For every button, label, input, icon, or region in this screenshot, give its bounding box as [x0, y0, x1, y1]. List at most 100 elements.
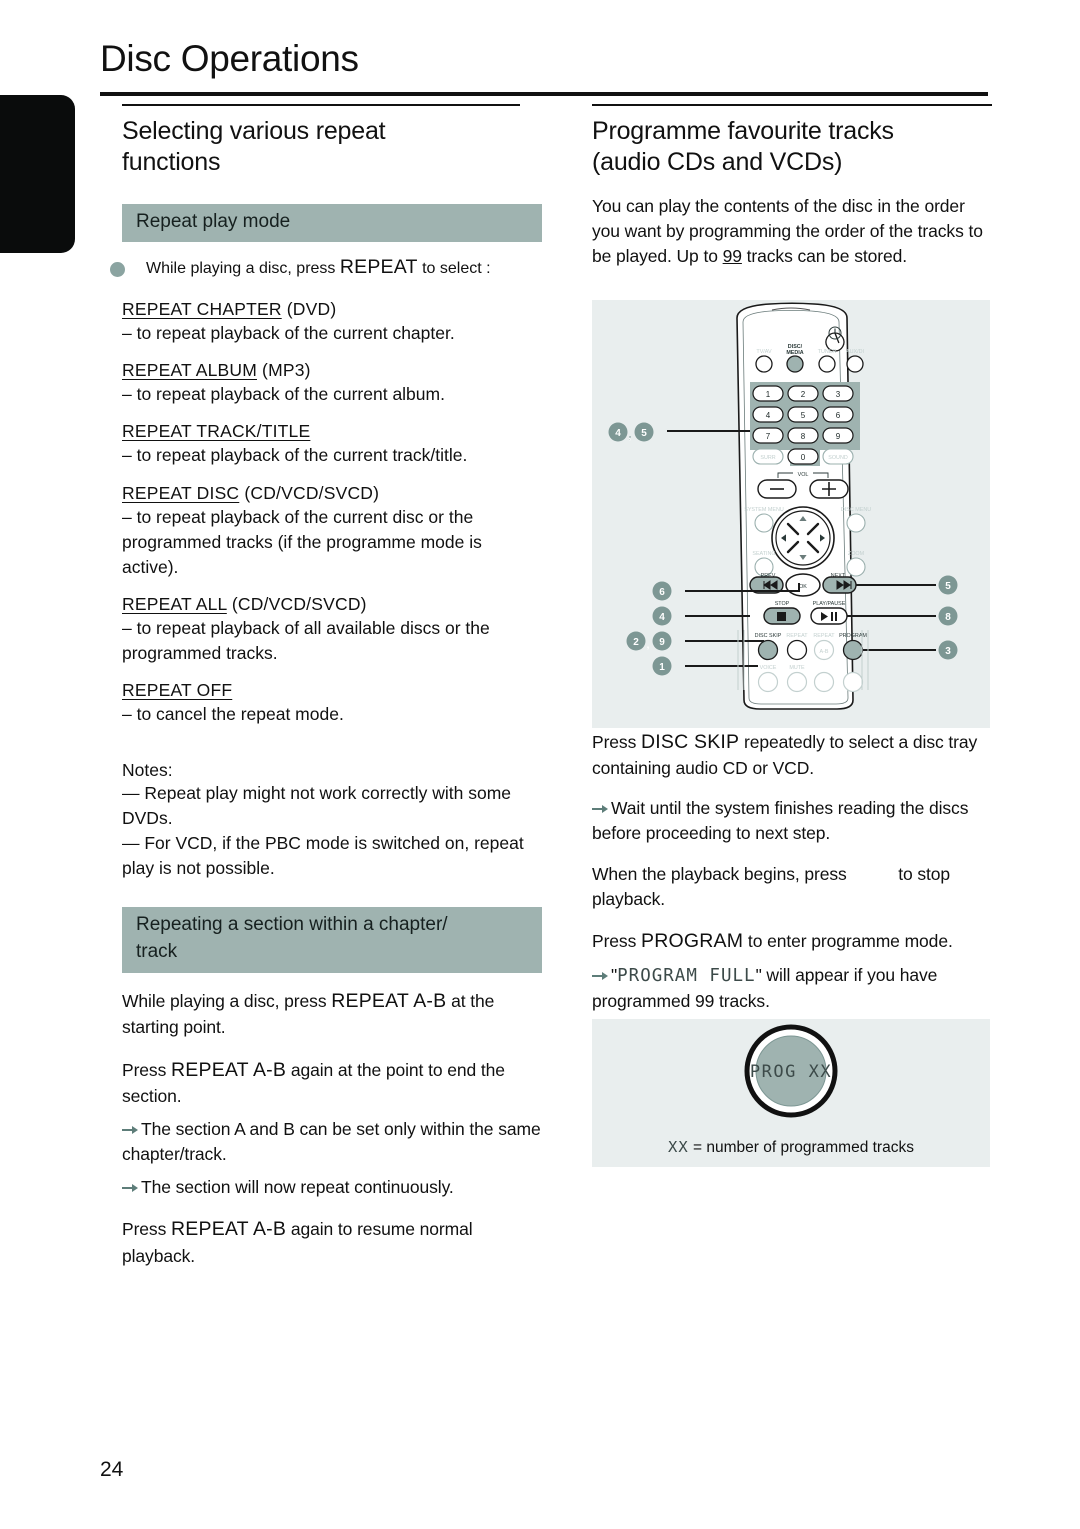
svg-text:,: , — [647, 640, 650, 651]
arrow-right-icon — [592, 796, 608, 821]
ab-arrow-note-text: The section will now repeat continuously… — [141, 1177, 454, 1198]
svg-text:4: 4 — [766, 411, 771, 420]
ab-final-key: REPEAT A-B — [171, 1218, 287, 1241]
repeat-intro-bullet: While playing a disc, press REPEAT to se… — [110, 255, 542, 279]
svg-text:5: 5 — [641, 428, 647, 439]
prog-display-svg: PROG XX — [744, 1024, 838, 1118]
svg-text:2: 2 — [801, 390, 806, 399]
right-heading-line2: (audio CDs and VCDs) — [592, 148, 843, 176]
note-item: — For VCD, if the PBC mode is switched o… — [122, 833, 524, 879]
repeat-mode-label-text: REPEAT DISC — [122, 482, 240, 503]
programme-track-count: 99 — [722, 246, 742, 267]
programme-intro: You can play the contents of the disc in… — [592, 194, 992, 270]
svg-text:,: , — [629, 431, 632, 442]
band-ab-line1: Repeating a section within a chapter/ — [136, 914, 448, 936]
arrow-right-icon — [122, 1175, 138, 1200]
repeat-mode-label: REPEAT OFF — [122, 680, 542, 701]
repeat-mode-label-text: REPEAT OFF — [122, 680, 233, 701]
svg-text:VOL: VOL — [798, 472, 809, 478]
callout-badge: 6 — [652, 581, 672, 601]
svg-text:6: 6 — [659, 587, 665, 598]
ab-arrow-note-text: The section A and B can be set only with… — [122, 1118, 541, 1165]
svg-text:A-B: A-B — [820, 649, 829, 655]
repeat-mode-label: REPEAT TRACK/TITLE — [122, 421, 542, 442]
repeat-mode-desc: – to repeat playback of the current disc… — [122, 506, 482, 577]
svg-text:SEATING: SEATING — [752, 551, 775, 557]
svg-text:SURR: SURR — [760, 455, 775, 461]
manual-page: Disc Operations Selecting various repeat… — [0, 0, 1080, 1529]
step-disc-skip-key: DISC SKIP — [641, 731, 740, 753]
repeat-mode-item: REPEAT ALL (CD/VCD/SVCD) – to repeat pla… — [122, 594, 542, 666]
callout-badge: 8 — [938, 606, 958, 626]
svg-text:9: 9 — [659, 637, 665, 648]
title-rule — [100, 92, 988, 96]
ab-final-pre: Press — [122, 1219, 171, 1240]
ab-step-key: REPEAT A-B — [331, 990, 447, 1013]
left-heading-line2: functions — [122, 148, 221, 176]
prog-display-text: PROG XX — [750, 1062, 832, 1082]
arrow-note-program-full: "PROGRAM FULL" will appear if you have p… — [592, 963, 996, 1014]
svg-text:STOP: STOP — [775, 601, 790, 607]
ab-arrow-note: The section A and B can be set only with… — [122, 1117, 542, 1167]
repeat-mode-desc: – to repeat playback of the current albu… — [122, 384, 445, 405]
prog-caption-key: XX — [668, 1138, 689, 1156]
repeat-mode-desc: – to repeat playback of the current trac… — [122, 445, 468, 466]
svg-text:MUTE: MUTE — [789, 665, 805, 671]
repeat-mode-label: REPEAT DISC (CD/VCD/SVCD) — [122, 483, 542, 504]
svg-text:PROGRAM: PROGRAM — [839, 633, 867, 639]
repeat-intro-pre: While playing a disc, press — [146, 259, 340, 277]
step-stop-playback: When the playback begins, press to stop … — [592, 862, 996, 912]
programme-intro-p2: tracks can be stored. — [741, 246, 907, 267]
note-item: — Repeat play might not work correctly w… — [122, 782, 512, 828]
svg-text:VOICE: VOICE — [760, 665, 777, 671]
step-disc-skip: Press DISC SKIP repeatedly to select a d… — [592, 728, 996, 781]
ab-final-step: Press REPEAT A-B again to resume normal … — [122, 1215, 542, 1268]
svg-text:3: 3 — [836, 390, 841, 399]
step-program-post: to enter programme mode. — [743, 931, 953, 952]
right-heading-line1: Programme favourite tracks — [592, 117, 894, 145]
arrow-right-icon — [122, 1117, 138, 1142]
svg-text:ZOOM: ZOOM — [848, 551, 865, 557]
repeat-mode-suffix: (MP3) — [257, 360, 311, 381]
repeat-mode-label: REPEAT ALBUM (MP3) — [122, 360, 542, 381]
program-full-lcd-text: PROGRAM FULL — [617, 966, 756, 987]
svg-text:4: 4 — [615, 428, 621, 439]
svg-text:AUX/DI: AUX/DI — [846, 349, 864, 355]
bullet-dot-icon — [110, 261, 125, 277]
ab-step-pre: Press — [122, 1059, 171, 1080]
page-number: 24 — [100, 1458, 124, 1481]
svg-text:5: 5 — [945, 581, 951, 592]
svg-text:DISC MENU: DISC MENU — [841, 507, 871, 513]
ab-step: Press REPEAT A-B again at the point to e… — [122, 1056, 542, 1109]
repeat-intro-key: REPEAT — [339, 255, 418, 278]
step-program-key: PROGRAM — [641, 930, 744, 953]
svg-text:TUNER: TUNER — [818, 349, 837, 355]
step-stop-pre: When the playback begins, press — [592, 863, 852, 884]
svg-text:1: 1 — [659, 662, 665, 673]
repeat-mode-item: REPEAT DISC (CD/VCD/SVCD) – to repeat pl… — [122, 483, 542, 581]
callout-badge: 4 , 5 4 , 5 — [608, 422, 654, 442]
repeat-mode-suffix: (DVD) — [281, 298, 337, 319]
arrow-note-wait-text: Wait until the system finishes reading t… — [592, 798, 969, 844]
right-section-heading: Programme favourite tracks (audio CDs an… — [592, 116, 992, 178]
right-column: Programme favourite tracks (audio CDs an… — [592, 104, 992, 285]
svg-text:REPEAT: REPEAT — [813, 633, 835, 639]
chapter-thumb-tab — [0, 95, 75, 253]
svg-text:8: 8 — [945, 612, 951, 623]
left-heading-line1: Selecting various repeat — [122, 117, 386, 145]
arrow-note-wait: Wait until the system finishes reading t… — [592, 796, 996, 846]
page-title: Disc Operations — [100, 38, 359, 79]
svg-text:MEDIA: MEDIA — [786, 350, 803, 356]
repeat-mode-desc: – to repeat playback of all available di… — [122, 618, 490, 664]
prog-display-caption: XX = number of programmed tracks — [592, 1138, 990, 1157]
repeat-mode-desc: – to repeat playback of the current chap… — [122, 322, 455, 343]
callout-badge: 1 — [652, 656, 672, 676]
repeat-mode-suffix: (CD/VCD/SVCD) — [239, 482, 380, 503]
right-column-rule — [592, 104, 992, 106]
svg-text:0: 0 — [801, 453, 806, 462]
callout-badge: 5 — [938, 575, 958, 595]
step-program-pre: Press — [592, 931, 641, 952]
right-column-steps: Press DISC SKIP repeatedly to select a d… — [592, 728, 996, 1029]
svg-text:SOUND: SOUND — [828, 455, 848, 461]
band-repeat-play-mode: Repeat play mode — [122, 204, 542, 242]
